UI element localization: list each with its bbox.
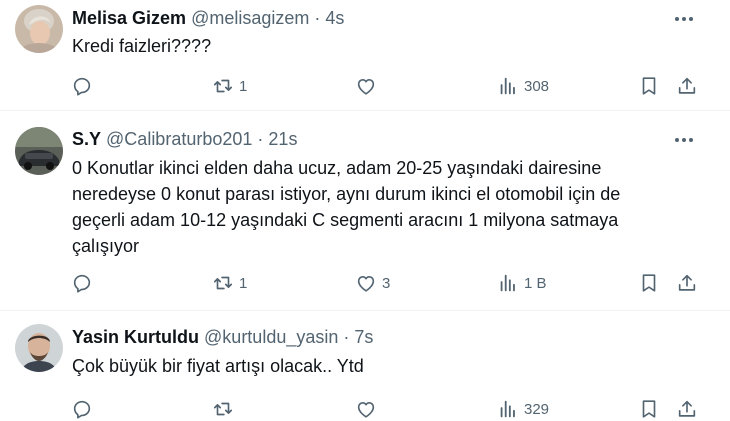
- views-button[interactable]: 1 B: [497, 271, 547, 295]
- views-count: 1 B: [524, 274, 547, 292]
- more-icon[interactable]: [672, 9, 696, 29]
- retweet-button[interactable]: 1: [212, 74, 247, 98]
- share-icon: [676, 75, 698, 97]
- retweet-icon: [212, 398, 234, 420]
- user-handle[interactable]: @melisagizem: [191, 8, 309, 28]
- tweet-text: Çok büyük bir fiyat artışı olacak.. Ytd: [72, 356, 364, 376]
- timestamp[interactable]: 7s: [354, 327, 373, 347]
- share-button[interactable]: [676, 271, 698, 295]
- tweet-header: S.Y @Calibraturbo201 · 21s: [72, 128, 297, 150]
- separator-dot: ·: [343, 327, 350, 347]
- bookmark-icon: [638, 398, 660, 420]
- tweet-header: Yasin Kurtuldu @kurtuldu_yasin · 7s: [72, 326, 373, 348]
- bookmark-icon: [638, 272, 660, 294]
- retweet-icon: [212, 272, 234, 294]
- display-name[interactable]: Melisa Gizem: [72, 8, 186, 28]
- tweet-2[interactable]: S.Y @Calibraturbo201 · 21s 0 Konutlar ik…: [0, 111, 730, 311]
- views-button[interactable]: 308: [497, 74, 549, 98]
- avatar[interactable]: [15, 324, 63, 372]
- share-button[interactable]: [676, 74, 698, 98]
- retweet-icon: [212, 75, 234, 97]
- like-button[interactable]: 3: [355, 271, 390, 295]
- views-count: 329: [524, 400, 550, 418]
- tweet-1[interactable]: Melisa Gizem @melisagizem · 4s Kredi fai…: [0, 0, 730, 110]
- retweet-count: 1: [239, 77, 248, 95]
- display-name[interactable]: Yasin Kurtuldu: [72, 327, 199, 347]
- retweet-button[interactable]: 1: [212, 271, 247, 295]
- more-icon[interactable]: [672, 130, 696, 150]
- timestamp[interactable]: 4s: [325, 8, 344, 28]
- retweet-count: 1: [239, 274, 248, 292]
- like-icon: [355, 272, 377, 294]
- share-button[interactable]: [676, 397, 698, 421]
- views-count: 308: [524, 77, 550, 95]
- reply-icon: [71, 272, 93, 294]
- bookmark-button[interactable]: [638, 74, 660, 98]
- retweet-button[interactable]: [212, 397, 239, 421]
- reply-button[interactable]: [71, 397, 98, 421]
- like-count: 3: [382, 274, 391, 292]
- like-button[interactable]: [355, 74, 382, 98]
- views-icon: [497, 398, 519, 420]
- reply-icon: [71, 398, 93, 420]
- like-icon: [355, 75, 377, 97]
- views-icon: [497, 272, 519, 294]
- share-icon: [676, 272, 698, 294]
- avatar[interactable]: [15, 127, 63, 175]
- tweet-text: 0 Konutlar ikinci elden daha ucuz, adam …: [72, 158, 621, 256]
- timestamp[interactable]: 21s: [268, 129, 297, 149]
- like-button[interactable]: [355, 397, 382, 421]
- bookmark-button[interactable]: [638, 271, 660, 295]
- tweet-text: Kredi faizleri????: [72, 36, 212, 56]
- reply-icon: [71, 75, 93, 97]
- bookmark-icon: [638, 75, 660, 97]
- display-name[interactable]: S.Y: [72, 129, 101, 149]
- reply-button[interactable]: [71, 74, 98, 98]
- views-icon: [497, 75, 519, 97]
- views-button[interactable]: 329: [497, 397, 549, 421]
- separator-dot: ·: [314, 8, 321, 28]
- share-icon: [676, 398, 698, 420]
- user-handle[interactable]: @kurtuldu_yasin: [204, 327, 338, 347]
- avatar[interactable]: [15, 5, 63, 53]
- tweet-header: Melisa Gizem @melisagizem · 4s: [72, 7, 344, 29]
- reply-button[interactable]: [71, 271, 98, 295]
- user-handle[interactable]: @Calibraturbo201: [106, 129, 252, 149]
- like-icon: [355, 398, 377, 420]
- bookmark-button[interactable]: [638, 397, 660, 421]
- separator-dot: ·: [257, 129, 264, 149]
- tweet-3[interactable]: Yasin Kurtuldu @kurtuldu_yasin · 7s Çok …: [0, 311, 730, 420]
